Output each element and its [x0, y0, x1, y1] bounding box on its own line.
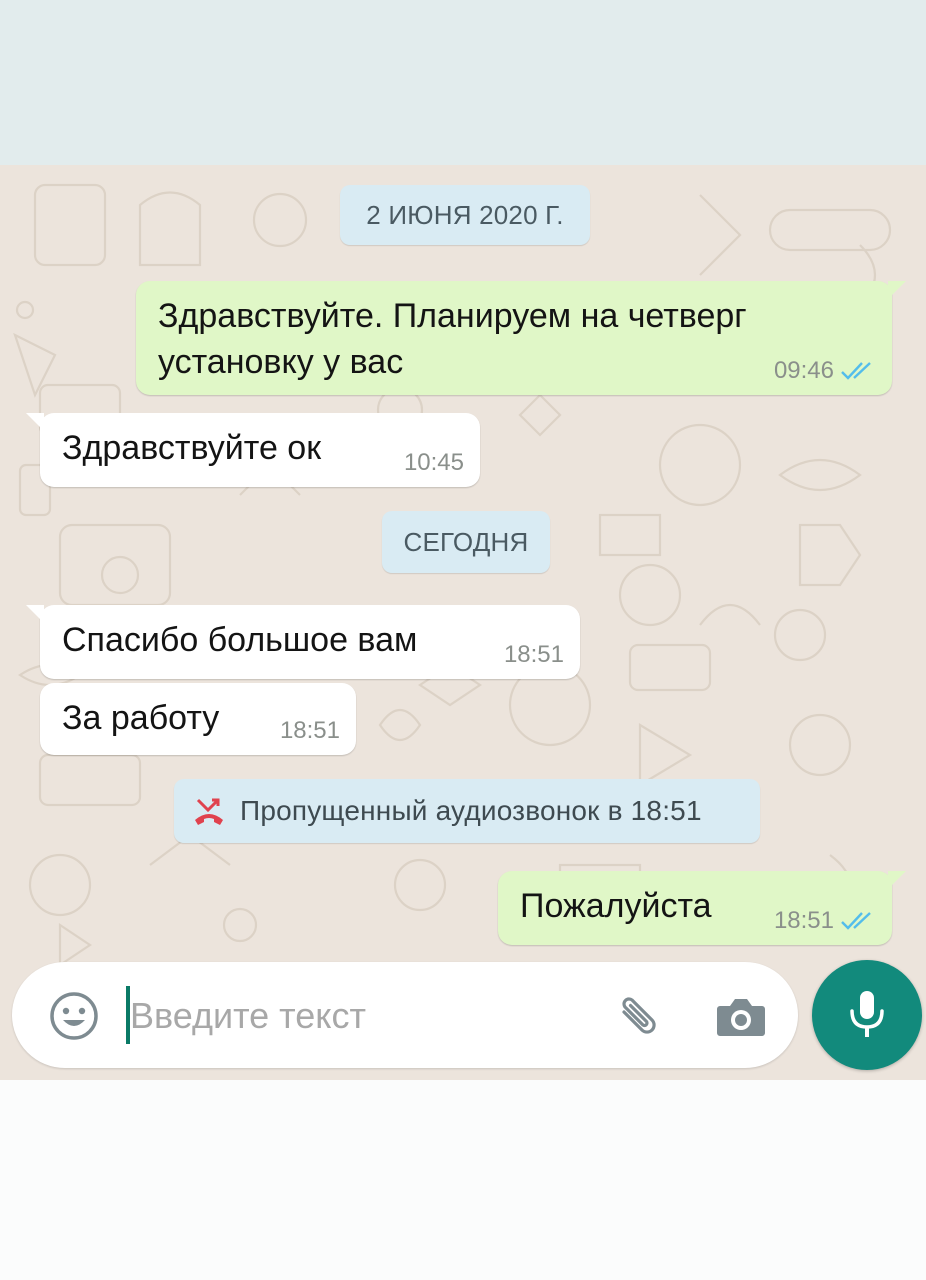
message-composer[interactable]: Введите текст [12, 962, 798, 1068]
attach-icon[interactable] [610, 990, 662, 1042]
message-meta: 10:45 [404, 449, 464, 477]
message-meta: 09:46 [774, 357, 876, 385]
message-time: 09:46 [773, 357, 834, 384]
read-ticks-icon [841, 912, 871, 930]
message-text-line-1: Здравствуйте. Планируем на четверг [158, 297, 747, 335]
message-bubble-incoming[interactable]: Спасибо большое вам 18:51 [26, 605, 580, 679]
bubble-tail [26, 413, 44, 431]
bottom-area [0, 1080, 926, 1280]
message-bubble-outgoing[interactable]: Здравствуйте. Планируем на четверг устан… [136, 281, 906, 395]
message-text: Здравствуйте ок [62, 429, 322, 467]
date-separator-first-label: 2 ИЮНЯ 2020 Г. [366, 199, 564, 230]
message-meta: 18:51 [280, 717, 340, 745]
emoji-icon[interactable] [48, 990, 100, 1042]
missed-call-notice[interactable]: Пропущенный аудиозвонок в 18:51 [174, 779, 760, 843]
status-bar-area [0, 0, 926, 165]
camera-icon[interactable] [714, 990, 768, 1042]
message-bubble-incoming[interactable]: Здравствуйте ок 10:45 [26, 413, 480, 487]
message-text: Спасибо большое вам [62, 621, 418, 659]
bubble-tail [888, 871, 906, 889]
message-bubble-outgoing[interactable]: Пожалуйста 18:51 [498, 871, 906, 945]
message-text: За работу [62, 699, 220, 737]
message-meta: 18:51 [504, 641, 564, 669]
message-input[interactable]: Введите текст [130, 995, 366, 1037]
date-separator-first: 2 ИЮНЯ 2020 Г. [340, 185, 590, 245]
message-text: Пожалуйста [520, 887, 712, 925]
message-bubble-incoming[interactable]: За работу 18:51 [40, 683, 356, 755]
message-time: 18:51 [773, 907, 834, 934]
bubble-tail [26, 605, 44, 623]
message-meta: 18:51 [774, 907, 876, 935]
date-separator-today-label: СЕГОДНЯ [403, 526, 529, 557]
chat-area[interactable]: 2 ИЮНЯ 2020 Г. Здравствуйте. Планируем н… [0, 165, 926, 1080]
bubble-tail [888, 281, 906, 299]
message-time: 18:51 [503, 641, 564, 668]
message-time: 18:51 [279, 717, 340, 744]
date-separator-today: СЕГОДНЯ [382, 511, 550, 573]
message-time: 10:45 [403, 449, 464, 476]
message-text-line-2: установку у вас [158, 343, 404, 381]
missed-call-text: Пропущенный аудиозвонок в 18:51 [240, 795, 702, 826]
read-ticks-icon [841, 362, 871, 380]
mic-button[interactable] [812, 960, 922, 1070]
mic-icon [850, 991, 884, 1037]
missed-call-icon [195, 798, 223, 825]
